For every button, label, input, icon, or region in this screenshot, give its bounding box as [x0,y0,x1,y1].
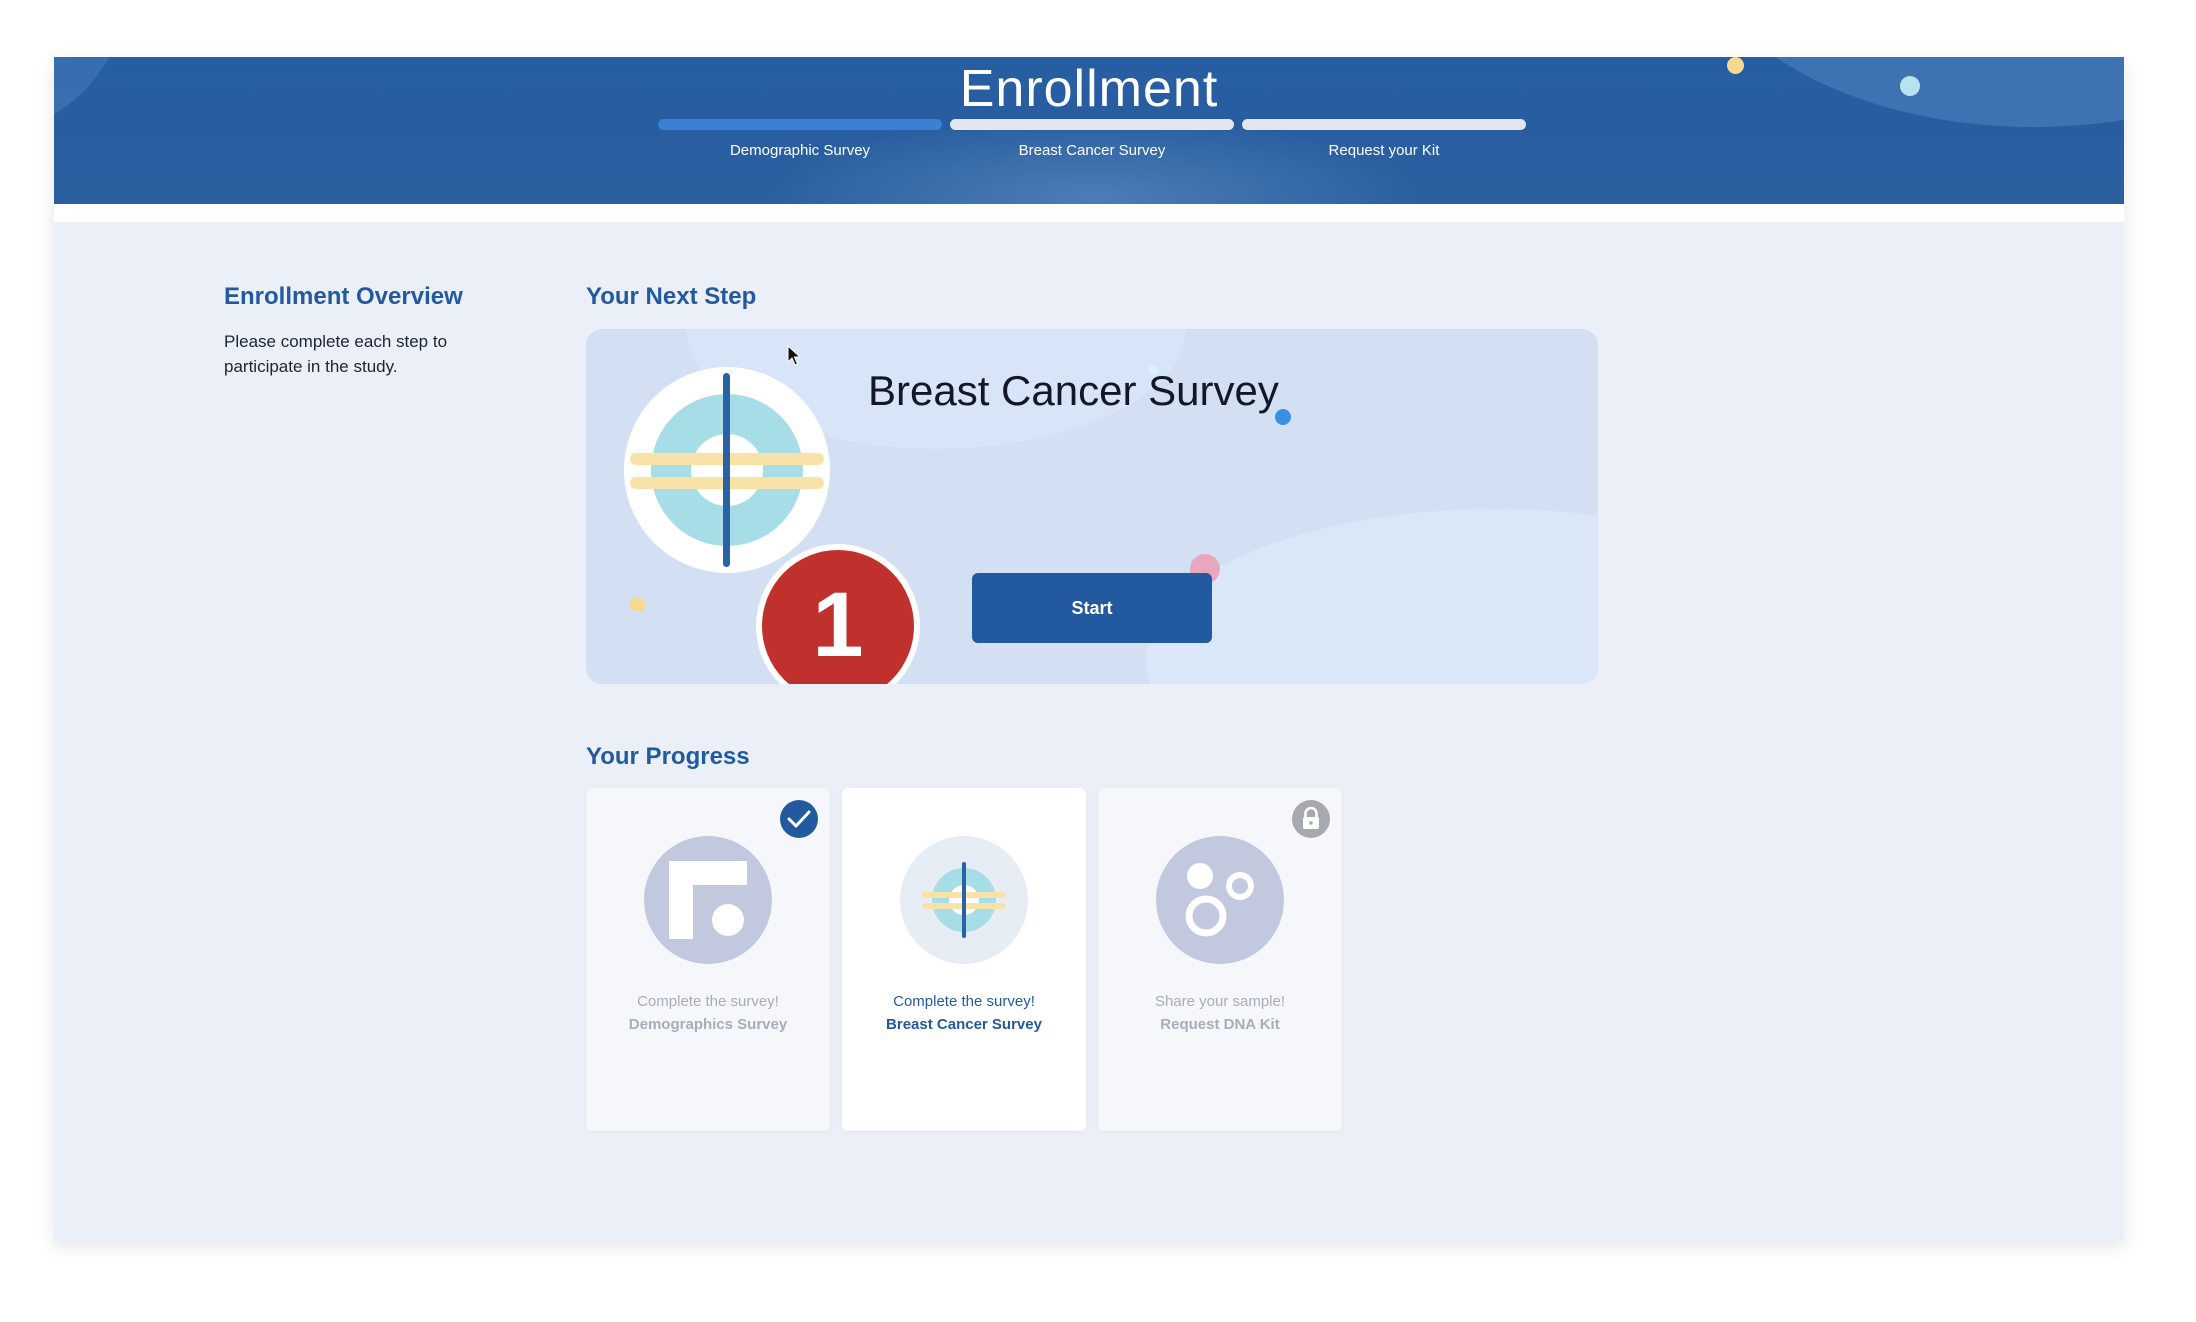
overview-title: Enrollment Overview [224,283,463,310]
progress-card-breast-cancer[interactable]: Complete the survey! Breast Cancer Surve… [842,788,1086,1131]
step-bar [1242,119,1526,130]
cursor-icon [787,344,803,372]
progress-card-subtitle: Complete the survey! [893,993,1035,1010]
step-progress: Demographic Survey Breast Cancer Survey … [658,119,1526,169]
progress-card-title: Demographics Survey [628,1016,788,1033]
card-decor-blob [1146,509,1598,684]
page-title: Enrollment [959,60,1219,118]
check-icon [780,800,818,838]
progress-card-subtitle: Complete the survey! [637,993,779,1010]
enrollment-app: Enrollment Demographic Survey Breast Can… [54,57,2124,1241]
overview-text: Please complete each step to participate… [224,332,448,376]
demographics-icon [644,836,772,964]
target-survey-icon [624,367,830,573]
lock-icon [1292,800,1330,838]
next-step-survey-title: Breast Cancer Survey [868,367,1279,414]
progress-card-dna-kit[interactable]: Share your sample! Request DNA Kit [1098,788,1342,1131]
progress-title: Your Progress [586,743,750,770]
progress-card-title: Breast Cancer Survey [886,1016,1042,1033]
next-step-card: 1 Breast Cancer Survey Start [586,329,1598,684]
decor-dot-yellow [630,597,645,612]
start-button[interactable]: Start [972,573,1212,643]
progress-card-demographics[interactable]: Complete the survey! Demographics Survey [586,788,830,1131]
dna-kit-icon [1156,836,1284,964]
step-demographic-survey: Demographic Survey [658,119,942,159]
step-request-kit: Request your Kit [1242,119,1526,159]
progress-card-title: Request DNA Kit [1160,1016,1280,1033]
target-survey-icon [900,836,1028,964]
progress-card-subtitle: Share your sample! [1154,993,1286,1010]
step-bar [950,119,1234,130]
step-label: Breast Cancer Survey [1018,142,1166,159]
step-breast-cancer-survey: Breast Cancer Survey [950,119,1234,159]
step-label: Request your Kit [1328,142,1440,159]
next-step-title: Your Next Step [586,283,757,310]
header-divider [54,204,2124,222]
step-label: Demographic Survey [729,142,871,159]
enrollment-header: Enrollment Demographic Survey Breast Can… [54,57,2124,204]
step-bar [658,119,942,130]
